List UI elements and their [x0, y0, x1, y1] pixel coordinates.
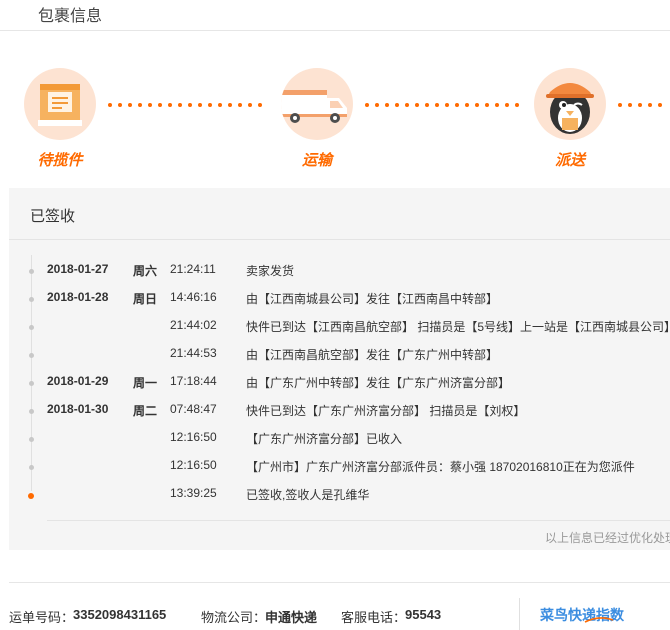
- event-description: 已签收,签收人是孔维华: [246, 488, 370, 502]
- stage-pending-pickup: [24, 68, 96, 140]
- timeline-dot: [29, 325, 34, 330]
- brand-swoosh-icon: [584, 617, 614, 623]
- stage-delivery: [534, 68, 606, 140]
- event-description: 由【江西南城县公司】发往【江西南昌中转部】: [246, 292, 499, 306]
- courier-penguin-icon: [546, 83, 594, 134]
- event-date: 2018-01-29: [47, 374, 109, 388]
- timeline-dot: [29, 297, 34, 302]
- event-description: 卖家发货: [246, 264, 295, 278]
- tracking-number-label: 运单号码：: [9, 610, 75, 625]
- timeline-row: 2018-01-28 周日 14:46:16 由【江西南城县公司】发往【江西南昌…: [9, 288, 670, 316]
- footer-divider: [9, 582, 670, 583]
- event-time: 21:44:02: [170, 318, 217, 332]
- event-time: 14:46:16: [170, 290, 217, 304]
- event-description: 【广东广州济富分部】已收入: [246, 432, 403, 446]
- tracking-panel: 已签收 2018-01-27 周六 21:24:11 卖家发货 2018-01-…: [9, 188, 670, 550]
- event-time: 12:16:50: [170, 458, 217, 472]
- event-date: 2018-01-28: [47, 290, 109, 304]
- progress-dots-3: [618, 103, 662, 107]
- timeline-row: 2018-01-29 周一 17:18:44 由【广东广州中转部】发往【广东广州…: [9, 372, 670, 400]
- timeline-dot-active: [28, 493, 34, 499]
- panel-divider: [47, 520, 670, 521]
- footer-separator: [519, 598, 520, 630]
- timeline-dot: [29, 409, 34, 414]
- phone-number: 95543: [405, 607, 442, 622]
- event-description: 由【江西南昌航空部】发往【广东广州中转部】: [246, 348, 499, 362]
- stage-transport: [281, 68, 353, 140]
- event-description: 由【广东广州中转部】发往【广东广州济富分部】: [246, 376, 511, 390]
- timeline-dot: [29, 381, 34, 386]
- stage-label-pending-pickup: 待揽件: [37, 152, 83, 169]
- timeline-dot: [29, 269, 34, 274]
- status-title: 已签收: [30, 208, 76, 225]
- event-weekday: 周六: [133, 264, 158, 278]
- timeline-row: 21:44:53 由【江西南昌航空部】发往【广东广州中转部】: [9, 344, 670, 372]
- event-time: 12:16:50: [170, 430, 217, 444]
- status-header: 已签收: [9, 188, 670, 240]
- truck-icon: [281, 90, 347, 123]
- timeline-row: 12:16:50 【广东广州济富分部】已收入: [9, 428, 670, 456]
- timeline-row: 2018-01-27 周六 21:24:11 卖家发货: [9, 260, 670, 288]
- timeline-dot: [29, 465, 34, 470]
- progress-dots-1: [108, 103, 262, 107]
- event-time: 21:24:11: [170, 262, 216, 276]
- event-time: 21:44:53: [170, 346, 217, 360]
- timeline-row: 2018-01-30 周二 07:48:47 快件已到达【广东广州济富分部】 扫…: [9, 400, 670, 428]
- event-time: 13:39:25: [170, 486, 217, 500]
- package-icon: [38, 84, 82, 126]
- event-weekday: 周日: [133, 292, 158, 306]
- timeline-row: 21:44:02 快件已到达【江西南昌航空部】 扫描员是【5号线】上一站是【江西…: [9, 316, 670, 344]
- tracking-number: 3352098431165: [73, 607, 167, 622]
- phone-label: 客服电话：: [341, 610, 407, 625]
- company-label: 物流公司：: [201, 610, 267, 625]
- event-date: 2018-01-27: [47, 262, 109, 276]
- optimization-note: 以上信息已经过优化处理: [545, 531, 670, 545]
- timeline-row-latest: 13:39:25 已签收,签收人是孔维华: [9, 484, 670, 512]
- event-description: 快件已到达【广东广州济富分部】 扫描员是【刘权】: [246, 404, 526, 418]
- stage-label-delivery: 派送: [554, 152, 585, 169]
- event-date: 2018-01-30: [47, 402, 109, 416]
- timeline-dot: [29, 353, 34, 358]
- company-name: 申通快递: [265, 610, 318, 625]
- event-description: 【广州市】广东广州济富分部派件员：蔡小强 18702016810正在为您派件: [246, 460, 635, 474]
- section-header: 包裹信息: [0, 0, 670, 31]
- event-time: 17:18:44: [170, 374, 217, 388]
- timeline-row: 12:16:50 【广州市】广东广州济富分部派件员：蔡小强 1870201681…: [9, 456, 670, 484]
- event-weekday: 周二: [133, 404, 158, 418]
- event-time: 07:48:47: [170, 402, 217, 416]
- section-title: 包裹信息: [38, 8, 103, 25]
- event-description: 快件已到达【江西南昌航空部】 扫描员是【5号线】上一站是【江西南城县公司】: [246, 320, 670, 334]
- event-weekday: 周一: [133, 376, 158, 390]
- progress-dots-2: [365, 103, 519, 107]
- timeline-dot: [29, 437, 34, 442]
- stage-label-transport: 运输: [301, 152, 332, 169]
